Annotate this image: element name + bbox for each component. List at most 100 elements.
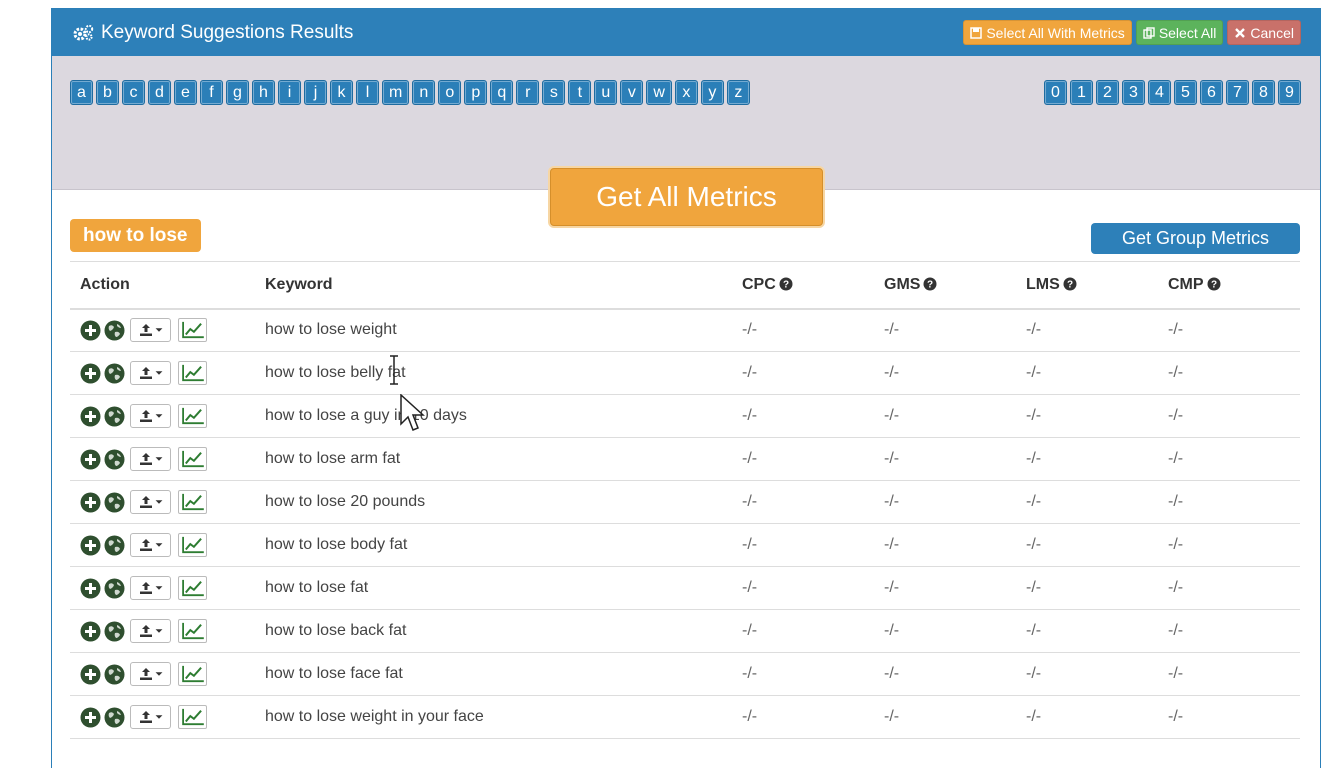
upload-dropdown-button[interactable] <box>130 318 171 343</box>
globe-icon[interactable] <box>104 535 125 556</box>
letter-filter-u[interactable]: u <box>594 80 618 105</box>
letter-filter-r[interactable]: r <box>516 80 540 105</box>
letter-filter-a[interactable]: a <box>70 80 93 105</box>
digit-filter-0[interactable]: 0 <box>1044 80 1067 105</box>
upload-dropdown-button[interactable] <box>130 447 171 471</box>
upload-dropdown-button[interactable] <box>130 619 171 643</box>
letter-filter-m[interactable]: m <box>382 80 410 105</box>
question-circle-icon[interactable]: ? <box>1063 277 1077 291</box>
letter-filter-k[interactable]: k <box>330 80 353 105</box>
letter-filter-j[interactable]: j <box>304 80 327 105</box>
upload-dropdown-button[interactable] <box>130 490 171 514</box>
line-chart-button[interactable] <box>178 705 207 729</box>
upload-dropdown-button[interactable] <box>130 662 171 686</box>
letter-filter-w[interactable]: w <box>646 80 672 105</box>
letter-filter-o[interactable]: o <box>438 80 462 105</box>
upload-dropdown-button[interactable] <box>130 404 171 428</box>
letter-filter-i[interactable]: i <box>278 80 301 105</box>
digit-filter-5[interactable]: 5 <box>1174 80 1197 105</box>
question-circle-icon[interactable]: ? <box>923 277 937 291</box>
line-chart-button[interactable] <box>178 318 207 343</box>
line-chart-button[interactable] <box>178 576 207 600</box>
group-tag[interactable]: how to lose <box>70 219 201 252</box>
cpc-cell: -/- <box>732 566 874 610</box>
select-all-button[interactable]: Select All <box>1135 20 1224 45</box>
add-circle-icon[interactable] <box>80 707 101 728</box>
add-circle-icon[interactable] <box>80 621 101 642</box>
cpc-value: -/- <box>742 364 758 381</box>
digit-filter-2[interactable]: 2 <box>1096 80 1119 105</box>
row-actions-cell <box>70 394 255 438</box>
table-header-row: Action Keyword CPC? GMS? LMS? CMP? <box>70 261 1300 310</box>
globe-icon[interactable] <box>104 363 125 384</box>
get-all-metrics-button[interactable]: Get All Metrics <box>550 168 823 226</box>
line-chart-button[interactable] <box>178 447 207 471</box>
add-circle-icon[interactable] <box>80 449 101 470</box>
upload-dropdown-button[interactable] <box>130 533 171 557</box>
cmp-value: -/- <box>1168 493 1184 510</box>
letter-filter-e[interactable]: e <box>174 80 197 105</box>
cmp-value: -/- <box>1168 321 1184 339</box>
upload-dropdown-button[interactable] <box>130 705 171 729</box>
line-chart-button[interactable] <box>178 490 207 514</box>
select-all-with-metrics-button[interactable]: Select All With Metrics <box>963 20 1132 45</box>
letter-filter-p[interactable]: p <box>464 80 488 105</box>
keyword-cell: how to lose back fat <box>255 609 732 653</box>
lms-value: -/- <box>1026 708 1042 725</box>
add-circle-icon[interactable] <box>80 406 101 427</box>
letter-filter-t[interactable]: t <box>568 80 592 105</box>
line-chart-button[interactable] <box>178 662 207 686</box>
upload-dropdown-button[interactable] <box>130 361 171 385</box>
get-group-metrics-button[interactable]: Get Group Metrics <box>1091 223 1300 254</box>
digit-filter-4[interactable]: 4 <box>1148 80 1171 105</box>
add-circle-icon[interactable] <box>80 664 101 685</box>
add-circle-icon[interactable] <box>80 492 101 513</box>
upload-dropdown-button[interactable] <box>130 576 171 600</box>
letter-filter-g[interactable]: g <box>226 80 249 105</box>
globe-icon[interactable] <box>104 406 125 427</box>
letter-filter-h[interactable]: h <box>252 80 275 105</box>
digit-filter-3[interactable]: 3 <box>1122 80 1145 105</box>
panel-title-wrap: Keyword Suggestions Results <box>72 22 353 44</box>
add-circle-icon[interactable] <box>80 363 101 384</box>
letter-filter-z[interactable]: z <box>726 80 750 105</box>
add-circle-icon[interactable] <box>80 535 101 556</box>
line-chart-button[interactable] <box>178 533 207 557</box>
cpc-value: -/- <box>742 407 758 424</box>
cancel-button[interactable]: Cancel <box>1227 20 1301 45</box>
globe-icon[interactable] <box>104 707 125 728</box>
globe-icon[interactable] <box>104 320 125 341</box>
letter-filter-c[interactable]: c <box>122 80 145 105</box>
globe-icon[interactable] <box>104 492 125 513</box>
letter-filter-v[interactable]: v <box>620 80 644 105</box>
letter-filter-n[interactable]: n <box>412 80 436 105</box>
question-circle-icon[interactable]: ? <box>1207 277 1221 291</box>
line-chart-button[interactable] <box>178 404 207 428</box>
letter-filter-s[interactable]: s <box>542 80 566 105</box>
digit-filter-9[interactable]: 9 <box>1278 80 1301 105</box>
letter-filter-q[interactable]: q <box>490 80 514 105</box>
letter-filter-b[interactable]: b <box>96 80 119 105</box>
globe-icon[interactable] <box>104 449 125 470</box>
letter-filter-x[interactable]: x <box>674 80 698 105</box>
table-row: how to lose body fat -/- -/- -/- -/- <box>70 523 1300 567</box>
digit-filter-1[interactable]: 1 <box>1070 80 1093 105</box>
letter-filter-f[interactable]: f <box>200 80 223 105</box>
digit-filter-8[interactable]: 8 <box>1252 80 1275 105</box>
line-chart-button[interactable] <box>178 361 207 385</box>
letter-filter-y[interactable]: y <box>700 80 724 105</box>
letter-filter-l[interactable]: l <box>356 80 379 105</box>
digit-filter-7[interactable]: 7 <box>1226 80 1249 105</box>
add-circle-icon[interactable] <box>80 320 101 341</box>
header-lms-label: LMS <box>1026 275 1060 293</box>
globe-icon[interactable] <box>104 621 125 642</box>
digit-filter-6[interactable]: 6 <box>1200 80 1223 105</box>
add-circle-icon[interactable] <box>80 578 101 599</box>
globe-icon[interactable] <box>104 578 125 599</box>
cpc-value: -/- <box>742 493 758 510</box>
globe-icon[interactable] <box>104 664 125 685</box>
cmp-cell: -/- <box>1158 480 1300 524</box>
line-chart-button[interactable] <box>178 619 207 643</box>
letter-filter-d[interactable]: d <box>148 80 171 105</box>
question-circle-icon[interactable]: ? <box>779 277 793 291</box>
